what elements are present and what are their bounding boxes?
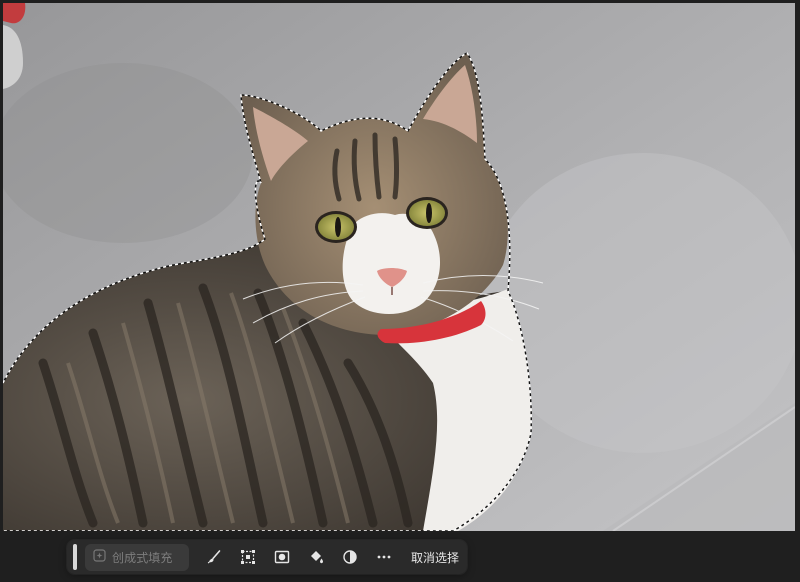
cat-photo [3,3,795,531]
more-options-button[interactable] [367,543,401,571]
selection-transform-icon [240,549,256,565]
more-options-icon [376,549,392,565]
sparkle-icon [93,549,106,565]
brush-icon [206,549,222,565]
fill-selection-button[interactable] [299,543,333,571]
mask-icon [274,549,290,565]
taskbar-drag-handle[interactable] [73,544,77,570]
half-circle-adjust-icon [342,549,358,565]
modify-selection-brush-button[interactable] [197,543,231,571]
create-mask-button[interactable] [265,543,299,571]
paint-bucket-icon [308,549,324,565]
contextual-task-bar: 创成式填充 取消选择 [67,540,467,574]
deselect-button[interactable]: 取消选择 [401,543,465,571]
photo-editor-window: 创成式填充 取消选择 [0,0,800,582]
generative-fill-label: 创成式填充 [112,550,173,565]
document-canvas[interactable] [3,3,795,531]
generative-fill-button[interactable]: 创成式填充 [85,543,189,571]
adjustment-layer-button[interactable] [333,543,367,571]
transform-selection-button[interactable] [231,543,265,571]
